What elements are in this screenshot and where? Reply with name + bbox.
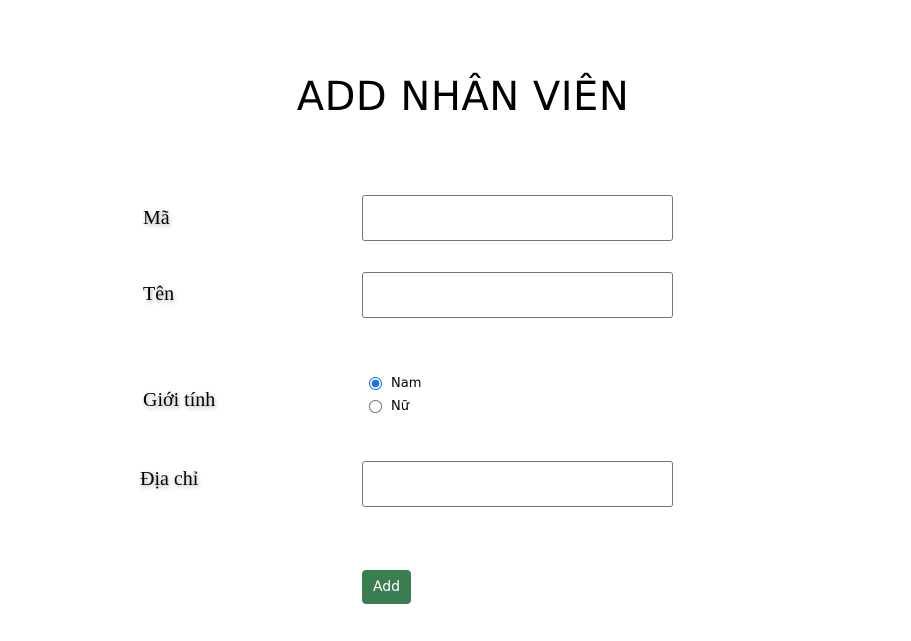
dia-chi-label: Địa chỉ bbox=[140, 468, 199, 490]
ten-label: Tên bbox=[143, 283, 175, 305]
gender-radio-nu[interactable] bbox=[369, 399, 382, 413]
add-button[interactable]: Add bbox=[362, 570, 411, 604]
ma-label: Mã bbox=[143, 207, 170, 229]
gender-label-nam[interactable]: Nam bbox=[391, 376, 421, 391]
gender-radio-nam[interactable] bbox=[369, 376, 382, 390]
gioi-tinh-label: Giới tính bbox=[143, 389, 216, 411]
ten-input[interactable] bbox=[362, 272, 673, 318]
dia-chi-input[interactable] bbox=[362, 461, 673, 507]
gender-option-nam: Nam bbox=[369, 375, 421, 391]
page-title: ADD NHÂN VIÊN bbox=[296, 74, 630, 120]
gender-option-nu: Nữ bbox=[369, 398, 409, 414]
ma-input[interactable] bbox=[362, 195, 673, 241]
gender-label-nu[interactable]: Nữ bbox=[391, 399, 409, 414]
